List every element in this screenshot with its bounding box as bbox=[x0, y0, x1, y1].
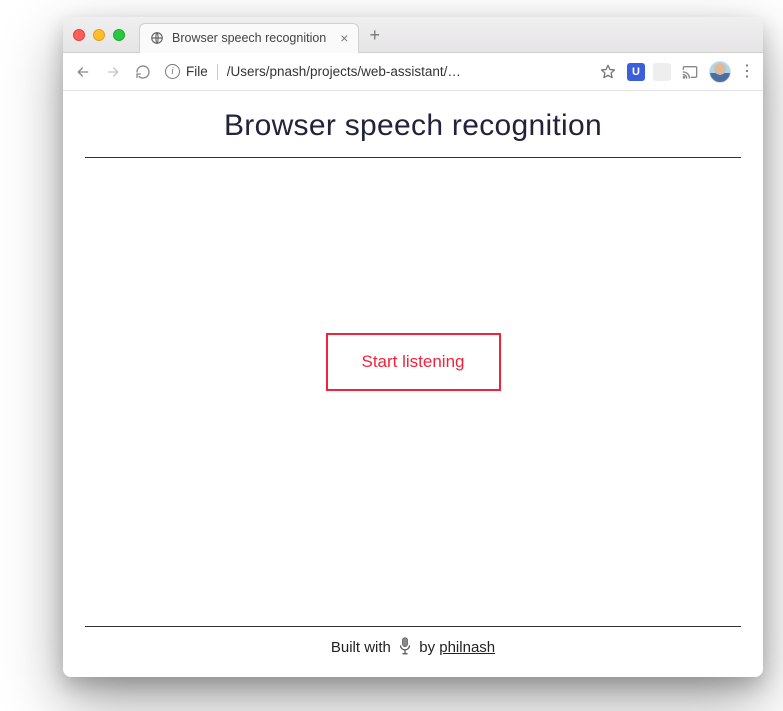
footer-prefix: Built with bbox=[331, 639, 395, 656]
footer-author-link[interactable]: philnash bbox=[439, 639, 495, 656]
browser-tab[interactable]: Browser speech recognition × bbox=[139, 23, 359, 53]
bookmark-button[interactable] bbox=[597, 61, 619, 83]
close-tab-icon[interactable]: × bbox=[340, 30, 348, 46]
arrow-right-icon bbox=[105, 64, 121, 80]
cast-button[interactable] bbox=[679, 61, 701, 83]
info-icon[interactable]: i bbox=[165, 64, 180, 79]
arrow-left-icon bbox=[75, 64, 91, 80]
page-footer: Built with by philnash bbox=[85, 627, 741, 663]
cast-icon bbox=[682, 64, 698, 80]
back-button[interactable] bbox=[71, 60, 95, 84]
start-listening-button[interactable]: Start listening bbox=[326, 333, 501, 391]
reload-button[interactable] bbox=[131, 60, 155, 84]
extension-badge[interactable]: U bbox=[627, 63, 645, 81]
fullscreen-window-button[interactable] bbox=[113, 29, 125, 41]
minimize-window-button[interactable] bbox=[93, 29, 105, 41]
window-titlebar: Browser speech recognition × + bbox=[63, 17, 763, 53]
new-tab-button[interactable]: + bbox=[369, 26, 380, 44]
globe-icon bbox=[150, 31, 164, 45]
url-field[interactable]: i File /Users/pnash/projects/web-assista… bbox=[161, 64, 591, 80]
reload-icon bbox=[135, 64, 151, 80]
toolbar-right: U ⋮ bbox=[597, 61, 755, 83]
url-protocol: File bbox=[186, 64, 208, 79]
main-area: Start listening bbox=[85, 98, 741, 626]
window-controls bbox=[73, 29, 125, 41]
tab-title: Browser speech recognition bbox=[172, 31, 326, 45]
page-content: Browser speech recognition Start listeni… bbox=[63, 91, 763, 677]
url-path: /Users/pnash/projects/web-assistant/… bbox=[227, 64, 587, 79]
address-bar: i File /Users/pnash/projects/web-assista… bbox=[63, 53, 763, 91]
profile-avatar[interactable] bbox=[709, 61, 731, 83]
extension-placeholder[interactable] bbox=[653, 63, 671, 81]
footer-by: by bbox=[419, 639, 439, 656]
browser-menu-button[interactable]: ⋮ bbox=[739, 64, 755, 80]
star-icon bbox=[600, 64, 616, 80]
browser-window: Browser speech recognition × + i File /U… bbox=[63, 17, 763, 677]
close-window-button[interactable] bbox=[73, 29, 85, 41]
microphone-icon bbox=[397, 637, 413, 659]
forward-button[interactable] bbox=[101, 60, 125, 84]
url-divider bbox=[217, 64, 218, 80]
